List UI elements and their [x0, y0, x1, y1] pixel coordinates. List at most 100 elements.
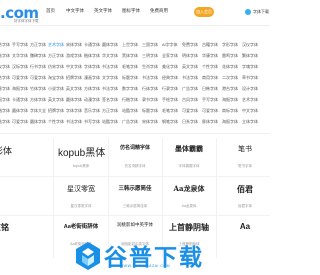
- category-link[interactable]: Ai字字体: [162, 42, 178, 48]
- category-link[interactable]: 标题字体: [142, 108, 158, 114]
- category-link[interactable]: 三国字体: [142, 42, 158, 48]
- category-link[interactable]: 行书字体: [30, 64, 46, 70]
- category-link[interactable]: 钢笔字体: [162, 119, 178, 125]
- category-link[interactable]: 圆体字体: [12, 108, 28, 114]
- category-link[interactable]: 书法字体: [142, 75, 158, 81]
- category-link[interactable]: 书法字体: [66, 119, 82, 125]
- category-link[interactable]: 中文字体: [66, 64, 82, 70]
- category-link[interactable]: 书法字体: [0, 119, 10, 125]
- category-link[interactable]: 行楷字体: [122, 97, 138, 103]
- category-link[interactable]: 黑体字体: [122, 53, 138, 59]
- nav-icon-fonts[interactable]: 图标字体: [122, 8, 140, 14]
- category-link[interactable]: 行隶字体: [162, 86, 178, 92]
- category-link[interactable]: 商用字体: [202, 75, 218, 81]
- category-link[interactable]: 书法字体: [182, 75, 198, 81]
- category-link[interactable]: 圆体字体: [102, 42, 118, 48]
- category-link[interactable]: 可爱字体: [12, 75, 28, 81]
- category-link[interactable]: 创意字体: [0, 86, 10, 92]
- category-link[interactable]: 招牌字体: [48, 108, 64, 114]
- category-link[interactable]: 繁体字体: [242, 53, 258, 59]
- category-link[interactable]: 生肖字体: [142, 64, 158, 70]
- category-link[interactable]: 字体大全: [30, 108, 46, 114]
- nav-english-fonts[interactable]: 英文字体: [94, 8, 112, 14]
- category-link[interactable]: 免费字体: [182, 42, 198, 48]
- category-link[interactable]: 方体字体: [84, 86, 100, 92]
- category-link[interactable]: 招牌字体: [66, 75, 82, 81]
- category-link[interactable]: 古籍字体: [202, 42, 218, 48]
- join-member-button[interactable]: 加入会员: [194, 7, 214, 17]
- category-link[interactable]: 数字字体: [122, 86, 138, 92]
- category-link[interactable]: 中文字体: [242, 108, 258, 114]
- font-card[interactable]: 笔书 笔书字体: [222, 138, 268, 176]
- category-link[interactable]: 仿宋字体: [48, 64, 64, 70]
- category-link[interactable]: 上世字体: [122, 42, 138, 48]
- category-link[interactable]: 字形字体: [222, 42, 238, 48]
- category-link[interactable]: 圆体字体: [66, 97, 82, 103]
- category-link[interactable]: 三明字体: [142, 53, 158, 59]
- category-link[interactable]: 二次字体: [222, 75, 238, 81]
- category-link[interactable]: 方正字体: [30, 42, 46, 48]
- category-link[interactable]: 艺术字体: [242, 97, 258, 103]
- category-link[interactable]: 个性字体: [48, 119, 64, 125]
- category-link[interactable]: 淘宝字体: [48, 75, 64, 81]
- category-link[interactable]: 胖体字体: [202, 119, 218, 125]
- category-link[interactable]: 可爱字体: [182, 108, 198, 114]
- category-link[interactable]: 小说字体: [48, 86, 64, 92]
- category-link[interactable]: 手绘字体: [162, 97, 178, 103]
- category-link[interactable]: 魏碑字体: [30, 53, 46, 59]
- category-link[interactable]: 可爱字体: [202, 108, 218, 114]
- category-link[interactable]: 海报字体: [12, 86, 28, 92]
- category-link[interactable]: 立体字体: [242, 119, 258, 125]
- category-link[interactable]: 书法字体: [102, 64, 118, 70]
- category-link[interactable]: 商标字体: [222, 108, 238, 114]
- nav-free-commercial[interactable]: 免费商用: [150, 8, 168, 14]
- category-link[interactable]: 英文字体: [66, 86, 82, 92]
- category-link[interactable]: 经典字体: [162, 75, 178, 81]
- font-card[interactable]: 影体: [0, 138, 26, 176]
- category-link[interactable]: 行楷字体: [0, 108, 10, 114]
- category-link[interactable]: 签名字体: [102, 97, 118, 103]
- category-link[interactable]: 音乐字体: [84, 108, 100, 114]
- font-card[interactable]: 三韩示愿简佳 三韩示愿简佳体: [112, 178, 158, 216]
- category-link[interactable]: 方正字体: [102, 108, 118, 114]
- category-link[interactable]: 艺术字体: [48, 42, 64, 48]
- category-link[interactable]: 汉仪字体: [0, 64, 10, 70]
- category-link[interactable]: 华康字体: [202, 53, 218, 59]
- category-link[interactable]: 港台字体: [222, 86, 238, 92]
- category-link[interactable]: 古风字体: [182, 97, 198, 103]
- category-link[interactable]: 雷鸣字体: [222, 53, 238, 59]
- category-link[interactable]: 标题字体: [122, 75, 138, 81]
- category-link[interactable]: 日韩字体: [202, 86, 218, 92]
- category-link[interactable]: 隶书字体: [142, 97, 158, 103]
- category-link[interactable]: 卡通字体: [12, 97, 28, 103]
- category-link[interactable]: 日系字体: [182, 119, 198, 125]
- category-link[interactable]: 综合字体: [0, 42, 10, 48]
- nav-home[interactable]: 首页: [46, 8, 55, 14]
- category-link[interactable]: 个性字体: [202, 64, 218, 70]
- category-link[interactable]: 广告字体: [122, 119, 138, 125]
- category-link[interactable]: 动漫字体: [84, 97, 100, 103]
- font-card[interactable]: kopub黑体 kopub黑体: [58, 138, 105, 176]
- font-card[interactable]: Aa龙泉体 Aa龙泉体: [166, 178, 212, 216]
- category-link[interactable]: 书写字体: [84, 119, 100, 125]
- category-link[interactable]: 字魂字体: [242, 64, 258, 70]
- category-link[interactable]: 综合字体: [0, 75, 10, 81]
- category-link[interactable]: 华文字体: [102, 53, 118, 59]
- category-link[interactable]: 圆体字体: [30, 119, 46, 125]
- category-link[interactable]: 明体字体: [182, 53, 198, 59]
- category-link[interactable]: 漫画字体: [84, 75, 100, 81]
- category-link[interactable]: 书法字体: [102, 86, 118, 92]
- category-link[interactable]: 海报字体: [222, 97, 238, 103]
- category-link[interactable]: 汉仪字体: [242, 42, 258, 48]
- category-link[interactable]: 可爱字体: [12, 119, 28, 125]
- category-link[interactable]: 汉标字体: [12, 64, 28, 70]
- category-link[interactable]: 竹体字体: [30, 86, 46, 92]
- category-link[interactable]: 手写字体: [202, 97, 218, 103]
- category-link[interactable]: 手写字体: [12, 42, 28, 48]
- category-link[interactable]: 书法字体: [0, 53, 10, 59]
- category-link[interactable]: 花体字体: [222, 64, 238, 70]
- category-link[interactable]: 楷体字体: [84, 53, 100, 59]
- category-link[interactable]: 游戏字体: [66, 53, 82, 59]
- nav-chinese-fonts[interactable]: 中文字体: [66, 8, 84, 14]
- category-link[interactable]: 文字字体: [102, 75, 118, 81]
